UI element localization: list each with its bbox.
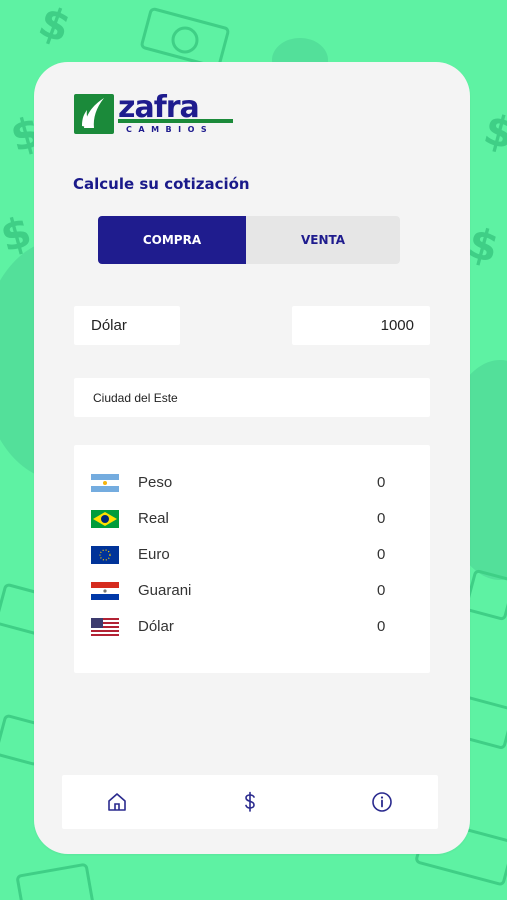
zafra-logo: zafra CAMBIOS bbox=[74, 90, 233, 134]
info-icon[interactable] bbox=[370, 790, 394, 814]
svg-text:$: $ bbox=[0, 207, 36, 262]
usa-flag-icon bbox=[91, 618, 119, 636]
tab-compra[interactable]: COMPRA bbox=[98, 216, 246, 264]
currency-name: Real bbox=[138, 510, 169, 527]
bottom-nav bbox=[62, 775, 438, 829]
currency-value: 0 bbox=[377, 474, 386, 491]
svg-text:$: $ bbox=[479, 104, 507, 159]
paraguay-flag-icon bbox=[91, 582, 119, 600]
list-item: Real 0 bbox=[74, 507, 430, 531]
city-select[interactable]: Ciudad del Este bbox=[74, 378, 430, 417]
page-title: Calcule su cotización bbox=[73, 175, 250, 193]
calculator-card: zafra CAMBIOS Calcule su cotización COMP… bbox=[34, 62, 470, 854]
currency-name: Guarani bbox=[138, 582, 192, 599]
tab-venta[interactable]: VENTA bbox=[246, 216, 400, 264]
currency-value: 0 bbox=[377, 510, 386, 527]
home-icon[interactable] bbox=[105, 790, 129, 814]
eu-flag-icon bbox=[91, 546, 119, 564]
amount-input[interactable]: 1000 bbox=[292, 306, 430, 345]
currency-name: Peso bbox=[138, 474, 173, 491]
argentina-flag-icon bbox=[91, 474, 119, 492]
currency-select[interactable]: Dólar bbox=[74, 306, 180, 345]
currency-value: 0 bbox=[377, 582, 386, 599]
currency-value: 0 bbox=[377, 618, 386, 635]
currency-name: Dólar bbox=[138, 618, 174, 635]
list-item: Guarani 0 bbox=[74, 579, 430, 603]
results-list: Peso 0 Real 0 Euro 0 Guarani 0 Dólar 0 bbox=[74, 445, 430, 673]
currency-name: Euro bbox=[138, 546, 170, 563]
dollar-icon[interactable] bbox=[238, 790, 262, 814]
list-item: Euro 0 bbox=[74, 543, 430, 567]
brazil-flag-icon bbox=[91, 510, 119, 528]
currency-value: 0 bbox=[377, 546, 386, 563]
list-item: Peso 0 bbox=[74, 471, 430, 495]
list-item: Dólar 0 bbox=[74, 615, 430, 639]
svg-text:$: $ bbox=[33, 0, 77, 52]
operation-toggle: COMPRA VENTA bbox=[98, 216, 400, 264]
svg-text:CAMBIOS: CAMBIOS bbox=[126, 125, 213, 134]
